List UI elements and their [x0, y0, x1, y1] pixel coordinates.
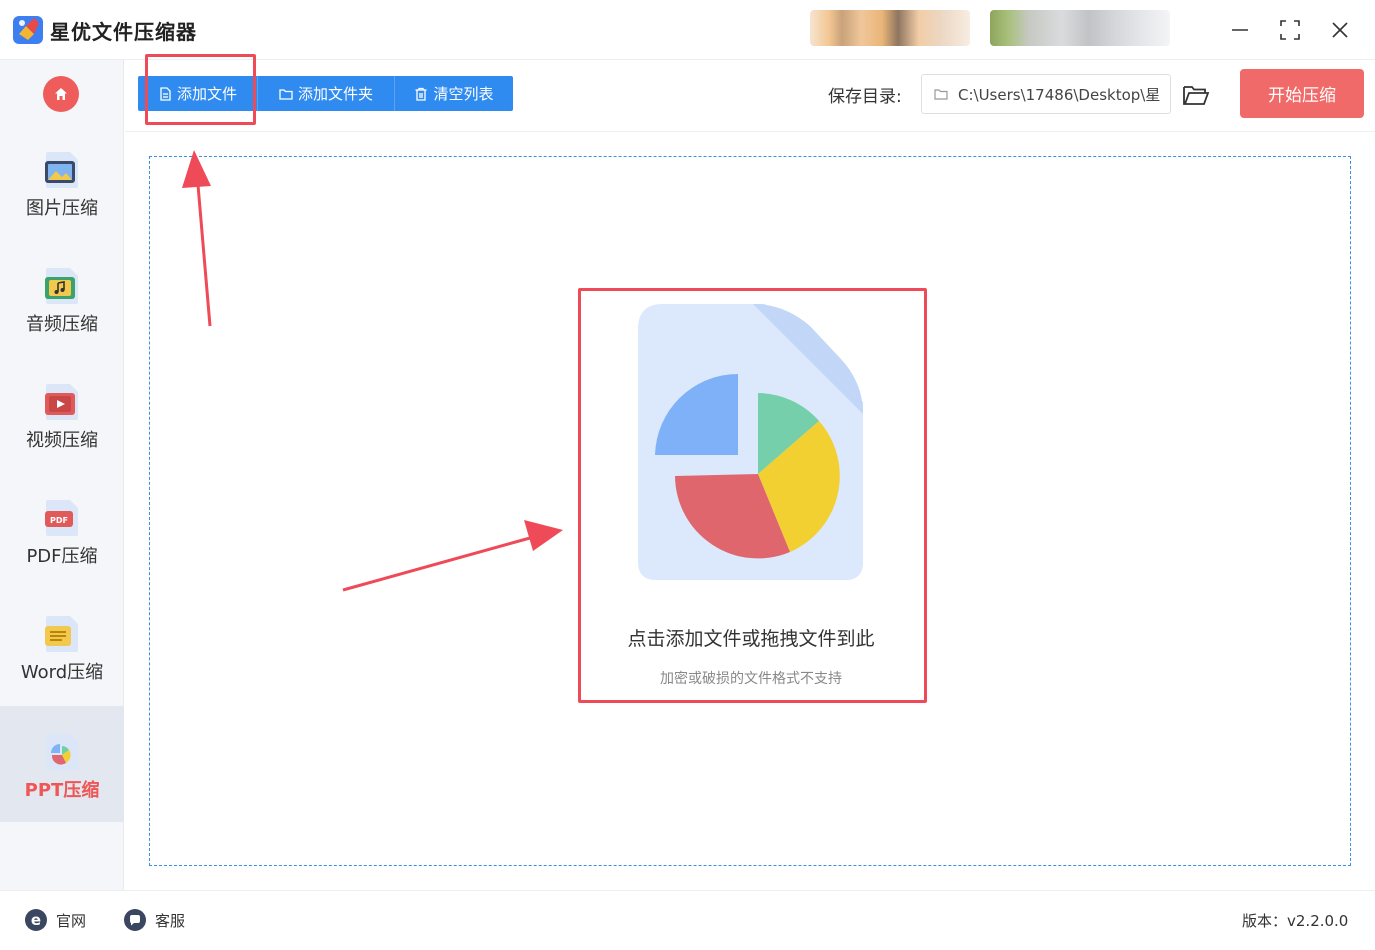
svg-text:PDF: PDF: [50, 516, 68, 525]
image-icon: [45, 152, 78, 188]
toolbar: 添加文件 添加文件夹 清空列表 保存目录: C:\Users\17486\Des…: [125, 60, 1375, 132]
minimize-button[interactable]: [1224, 14, 1256, 46]
add-folder-button[interactable]: 添加文件夹: [258, 76, 395, 111]
home-icon: [55, 88, 67, 100]
blurred-user-info: [990, 10, 1170, 46]
close-icon: [1332, 22, 1348, 38]
save-dir-input[interactable]: C:\Users\17486\Desktop\星: [921, 74, 1171, 114]
music-icon: [45, 268, 78, 304]
sidebar-item-image[interactable]: 图片压缩: [0, 150, 124, 266]
sidebar-item-label: PPT压缩: [24, 780, 100, 801]
sidebar-item-label: 图片压缩: [26, 198, 98, 219]
trash-icon: [415, 87, 427, 101]
sidebar: 图片压缩 音频压缩 视频压缩 PDF PDF压缩 Word压缩 PPT压缩: [0, 60, 124, 890]
home-button[interactable]: [43, 76, 79, 112]
save-dir-value: C:\Users\17486\Desktop\星: [958, 85, 1161, 104]
sidebar-item-pdf[interactable]: PDF PDF压缩: [0, 498, 124, 614]
save-dir-label: 保存目录:: [828, 87, 902, 107]
sidebar-item-label: PDF压缩: [26, 546, 98, 567]
highlight-box-add-file: [145, 54, 256, 125]
chat-bubble-icon: [124, 909, 146, 931]
app-logo-icon: [13, 16, 43, 44]
support-link[interactable]: 客服: [123, 908, 185, 932]
open-folder-icon[interactable]: [1181, 80, 1211, 110]
sidebar-item-video[interactable]: 视频压缩: [0, 382, 124, 498]
clear-list-label: 清空列表: [433, 85, 494, 103]
add-folder-label: 添加文件夹: [297, 85, 373, 103]
sidebar-item-ppt[interactable]: PPT压缩: [0, 706, 124, 822]
support-label: 客服: [155, 911, 186, 930]
sidebar-item-label: 音频压缩: [26, 314, 98, 335]
app-title: 星优文件压缩器: [50, 20, 197, 44]
footer: e 官网 客服 版本：v2.2.0.0: [0, 890, 1375, 950]
word-icon: [45, 616, 78, 652]
folder-icon: [279, 88, 293, 100]
title-bar: 星优文件压缩器: [0, 0, 1375, 60]
ie-browser-icon: e: [25, 909, 47, 931]
minimize-icon: [1232, 29, 1248, 31]
start-compress-button[interactable]: 开始压缩: [1240, 69, 1364, 118]
pdf-icon: PDF: [45, 500, 78, 536]
sidebar-item-label: Word压缩: [20, 662, 104, 683]
folder-icon: [934, 89, 948, 100]
ppt-icon: [46, 734, 78, 770]
sidebar-item-audio[interactable]: 音频压缩: [0, 266, 124, 382]
svg-text:e: e: [31, 911, 41, 929]
fullscreen-icon: [1280, 20, 1300, 40]
sidebar-item-label: 视频压缩: [26, 430, 98, 451]
blurred-account-info: [810, 10, 970, 46]
version-label: 版本：v2.2.0.0: [1242, 912, 1349, 930]
highlight-box-drop-area: [578, 288, 927, 703]
video-icon: [45, 384, 78, 420]
website-link[interactable]: e 官网: [24, 908, 86, 932]
clear-list-button[interactable]: 清空列表: [395, 76, 513, 111]
close-button[interactable]: [1324, 14, 1356, 46]
maximize-button[interactable]: [1274, 14, 1306, 46]
website-label: 官网: [56, 911, 87, 930]
